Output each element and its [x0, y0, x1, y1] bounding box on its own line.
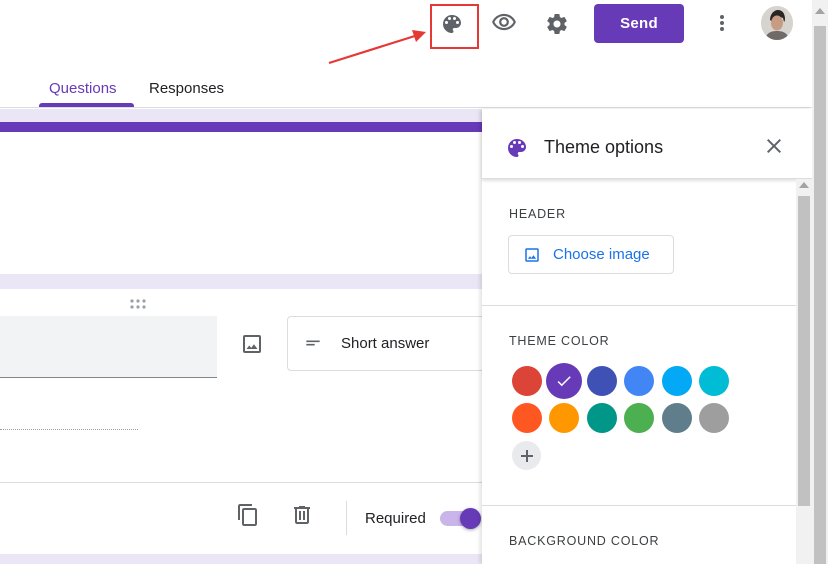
more-options-button[interactable] — [702, 3, 742, 43]
gear-icon — [547, 13, 567, 35]
image-icon — [525, 247, 539, 262]
theme-panel-title: Theme options — [544, 137, 664, 157]
choose-image-label: Choose image — [553, 246, 650, 263]
panel-scrollbar-thumb[interactable] — [798, 196, 810, 506]
question-title-input[interactable] — [0, 316, 217, 378]
preview-button[interactable] — [484, 2, 524, 42]
theme-color-swatch-cyan[interactable] — [699, 366, 729, 396]
avatar[interactable] — [761, 6, 793, 40]
theme-color-swatch-blue[interactable] — [624, 366, 655, 396]
close-panel-button[interactable] — [762, 134, 786, 163]
close-icon — [767, 139, 781, 153]
duplicate-icon[interactable] — [236, 503, 260, 532]
check-icon — [557, 376, 572, 387]
panel-scroll-up-icon[interactable] — [799, 182, 809, 188]
panel-divider — [482, 505, 796, 506]
theme-color-swatch-grey[interactable] — [699, 403, 729, 433]
short-answer-icon — [303, 333, 323, 358]
theme-color-swatch-blue-grey[interactable] — [661, 403, 692, 433]
theme-color-swatch-indigo[interactable] — [586, 366, 617, 396]
tab-questions[interactable]: Questions — [49, 80, 117, 97]
plus-icon — [520, 449, 533, 462]
add-custom-color-button[interactable] — [512, 441, 541, 470]
delete-icon[interactable] — [290, 503, 314, 532]
required-label: Required — [365, 510, 426, 527]
theme-color-swatch-red[interactable] — [512, 366, 542, 396]
settings-button[interactable] — [537, 4, 577, 44]
theme-palette-icon — [505, 136, 529, 165]
more-vert-icon — [720, 15, 724, 31]
header-section-label: HEADER — [509, 207, 566, 221]
panel-divider — [482, 305, 796, 306]
footer-separator — [346, 501, 347, 535]
choose-image-button[interactable]: Choose image — [508, 235, 674, 274]
tab-responses[interactable]: Responses — [149, 80, 224, 97]
question-type-label: Short answer — [341, 335, 430, 352]
theme-color-swatch-teal[interactable] — [586, 403, 617, 433]
page-scrollbar-thumb[interactable] — [814, 26, 826, 564]
background-color-label: BACKGROUND COLOR — [509, 534, 660, 548]
theme-color-swatch-deep-orange[interactable] — [512, 403, 542, 433]
question-footer-divider — [0, 482, 482, 483]
theme-color-label: THEME COLOR — [509, 334, 610, 348]
theme-color-swatch-light-blue[interactable] — [661, 366, 692, 396]
add-image-icon[interactable] — [240, 332, 264, 361]
eye-icon — [492, 13, 516, 31]
send-button[interactable]: Send — [594, 4, 684, 43]
palette-highlight-box — [430, 4, 479, 49]
form-title-card[interactable] — [0, 122, 482, 274]
required-toggle-thumb[interactable] — [460, 508, 481, 529]
drag-handle-icon[interactable] — [129, 297, 147, 315]
tab-questions-indicator — [39, 103, 134, 107]
answer-placeholder-line — [0, 429, 138, 430]
page-scroll-up-icon[interactable] — [815, 8, 825, 14]
annotation-arrow — [320, 20, 432, 71]
theme-color-swatch-green[interactable] — [624, 403, 655, 433]
